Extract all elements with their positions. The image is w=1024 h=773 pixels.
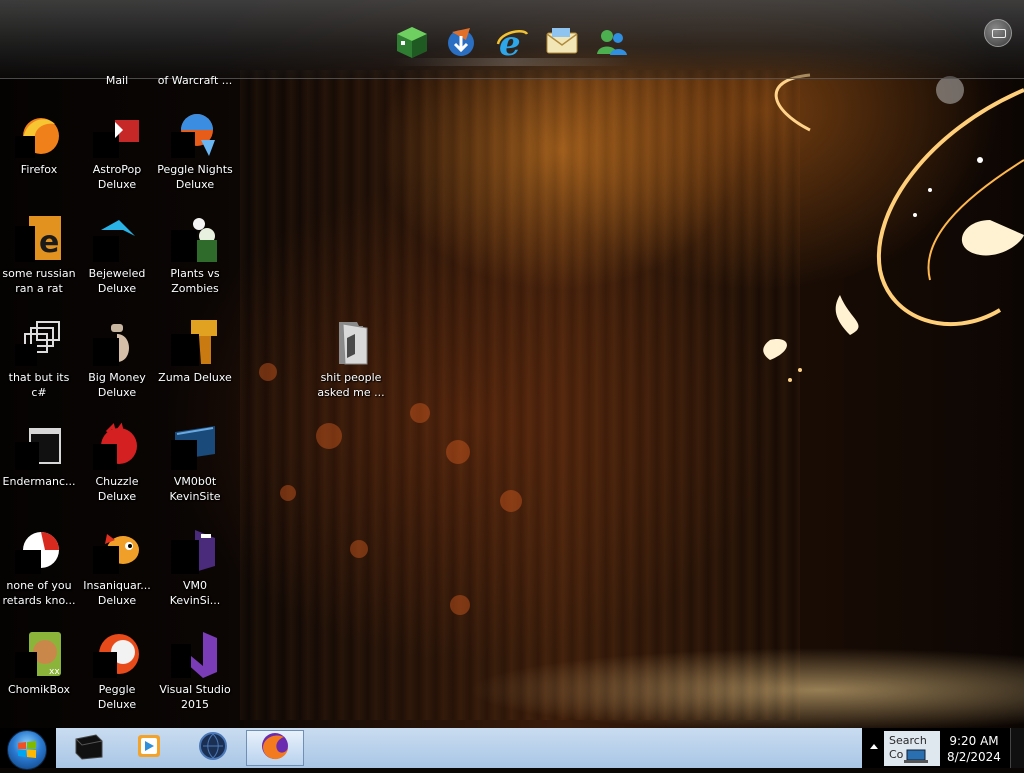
big-money-icon — [93, 318, 141, 366]
desktop-icon-peggle[interactable]: Peggle Deluxe — [78, 630, 156, 712]
desktop-icon-vm0b0t[interactable]: VM0b0t KevinSite — [156, 422, 234, 504]
visual-studio-file-icon — [171, 526, 219, 574]
dock-reflection — [392, 58, 632, 66]
messenger-people-icon[interactable] — [594, 24, 630, 60]
plants-vs-zombies-icon — [171, 214, 219, 262]
minecraft-cube-icon[interactable] — [394, 24, 430, 60]
executable-icon: e — [15, 214, 63, 262]
wallpaper-swirl — [763, 73, 1024, 382]
wallpaper-bokeh — [350, 540, 368, 558]
globe-dark-icon — [198, 731, 228, 765]
terminal-window-icon — [15, 422, 63, 470]
firefox-icon — [15, 110, 63, 158]
vm-folder-icon — [171, 422, 219, 470]
taskbar-button-firefox[interactable] — [246, 730, 304, 766]
chomikbox-icon: xx — [15, 630, 63, 678]
desktop-icon-label-warcraft[interactable]: of Warcraft ... — [156, 74, 234, 87]
desktop-icon-folder[interactable]: shit people asked me ... — [312, 318, 390, 400]
desktop-icon-vm0-kevinsite[interactable]: VM0 KevinSi... — [156, 526, 234, 608]
bejeweled-icon — [93, 214, 141, 262]
media-player-icon — [134, 731, 164, 765]
desktop-icon-chuzzle[interactable]: Chuzzle Deluxe — [78, 422, 156, 504]
taskbar-clock[interactable]: 9:20 AM 8/2/2024 — [944, 733, 1004, 765]
mail-envelope-icon[interactable] — [544, 24, 580, 60]
insaniquarium-icon — [93, 526, 141, 574]
zuma-icon — [171, 318, 219, 366]
wallpaper-bokeh — [259, 363, 277, 381]
desktop-icon-peggle-nights[interactable]: Peggle Nights Deluxe — [156, 110, 234, 192]
desktop-icon-firefox[interactable]: Firefox — [0, 110, 78, 177]
desktop-icon-big-money[interactable]: Big Money Deluxe — [78, 318, 156, 400]
desktop-icon-endermanc[interactable]: Endermanc... — [0, 422, 78, 489]
internet-explorer-icon[interactable]: e — [494, 24, 530, 64]
desktop-icon-that-but-csharp[interactable]: that but its c# — [0, 318, 78, 400]
briefcase-settings-icon[interactable] — [984, 19, 1012, 47]
desktop-icon-some-russian[interactable]: e some russian ran a rat — [0, 214, 78, 296]
firefox-icon — [260, 731, 290, 765]
visual-studio-icon — [171, 630, 219, 678]
windows-start-orb-icon[interactable] — [7, 730, 47, 770]
peggle-nights-icon — [171, 110, 219, 158]
svg-text:xx: xx — [49, 667, 60, 677]
wallpaper-bokeh — [280, 485, 296, 501]
desktop-icon-none-of-you[interactable]: none of you retards kno... — [0, 526, 78, 608]
desktop-icon-bejeweled[interactable]: Bejeweled Deluxe — [78, 214, 156, 296]
wallpaper-bokeh — [316, 423, 342, 449]
astropop-icon — [93, 110, 141, 158]
clock-date: 8/2/2024 — [947, 750, 1001, 764]
wallpaper-bokeh — [500, 490, 522, 512]
clock-time: 9:20 AM — [949, 734, 999, 748]
chrome-icon — [15, 526, 63, 574]
desktop-icon-astropop[interactable]: AstroPop Deluxe — [78, 110, 156, 192]
desktop-icon-insaniquarium[interactable]: Insaniquar... Deluxe — [78, 526, 156, 608]
windows-stack-icon — [15, 318, 63, 366]
peggle-icon — [93, 630, 141, 678]
show-desktop-button[interactable] — [1010, 728, 1024, 768]
wallpaper-bokeh — [446, 440, 470, 464]
wallpaper-bokeh — [410, 403, 430, 423]
network-laptop-icon — [904, 749, 928, 763]
taskbar-button-globe[interactable] — [186, 730, 240, 766]
chuzzle-icon — [93, 422, 141, 470]
desktop-icon-plants-vs-zombies[interactable]: Plants vs Zombies — [156, 214, 234, 296]
wallpaper-bokeh — [450, 595, 470, 615]
folder-icon — [327, 318, 375, 366]
desktop-icon-label-mail[interactable]: Mail — [78, 74, 156, 87]
desktop-icon-visual-studio[interactable]: Visual Studio 2015 — [156, 630, 234, 712]
terminal-icon — [72, 731, 106, 765]
taskbar-button-terminal[interactable] — [62, 730, 116, 766]
svg-text:e: e — [39, 225, 59, 260]
tray-expand-icon[interactable] — [870, 744, 878, 749]
download-globe-icon[interactable] — [444, 24, 480, 60]
desktop-icon-zuma[interactable]: Zuma Deluxe — [156, 318, 234, 385]
svg-text:e: e — [499, 24, 521, 60]
tray-search-box[interactable]: Search Co — [884, 731, 940, 766]
desktop-icon-chomikbox[interactable]: xx ChomikBox — [0, 630, 78, 697]
taskbar-button-media-player[interactable] — [122, 730, 176, 766]
